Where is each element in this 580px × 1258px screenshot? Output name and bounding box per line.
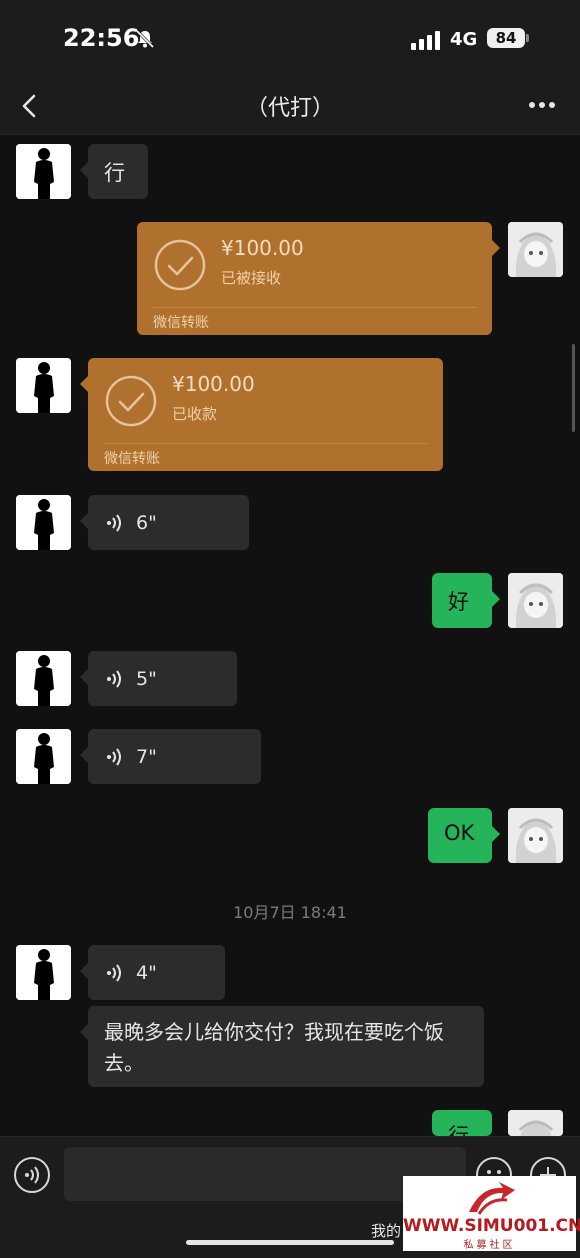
- my-avatar[interactable]: [508, 222, 563, 277]
- transfer-card-received[interactable]: ¥100.00 已收款 微信转账: [80, 358, 443, 471]
- transfer-divider: [153, 307, 476, 308]
- message-bubble-sent[interactable]: OK: [428, 808, 500, 863]
- watermark-url: WWW.SIMU001.CN: [403, 1216, 580, 1236]
- voice-message[interactable]: 7": [80, 729, 261, 784]
- voice-message[interactable]: 6": [80, 495, 249, 550]
- transfer-source: 微信转账: [153, 315, 209, 331]
- status-bar: 22:56 4G 84: [0, 0, 580, 78]
- transfer-amount: ¥100.00: [172, 372, 255, 396]
- message-bubble-sent[interactable]: 行: [432, 1110, 492, 1136]
- anime-avatar-icon: [508, 808, 563, 863]
- transfer-status: 已收款: [172, 405, 218, 423]
- voice-duration: 7": [136, 745, 157, 768]
- contact-avatar[interactable]: [16, 651, 71, 706]
- voice-duration: 4": [136, 961, 157, 984]
- home-indicator[interactable]: [186, 1240, 394, 1245]
- chat-title: （代打）: [245, 96, 334, 121]
- voice-duration: 6": [136, 511, 157, 534]
- silhouette-icon: [16, 651, 71, 706]
- transfer-divider: [104, 443, 427, 444]
- transfer-amount: ¥100.00: [221, 236, 304, 260]
- voice-wave-icon: [25, 1166, 39, 1184]
- chat-header: （代打）: [0, 78, 580, 135]
- silhouette-icon: [16, 144, 71, 199]
- voice-message[interactable]: 4": [80, 945, 225, 1000]
- chat-timestamp: 10月7日 18:41: [233, 903, 347, 922]
- silhouette-icon: [16, 729, 71, 784]
- battery-level: 84: [487, 28, 525, 48]
- anime-avatar-icon: [508, 1110, 563, 1136]
- message-bubble[interactable]: 行: [80, 144, 148, 199]
- status-time: 22:56: [63, 24, 140, 52]
- watermark: WWW.SIMU001.CN 私募社区: [403, 1176, 580, 1251]
- transfer-source: 微信转账: [104, 451, 160, 467]
- voice-wave-icon: [107, 963, 121, 982]
- watermark-subtitle: 私募社区: [463, 1240, 516, 1251]
- more-options-icon[interactable]: [524, 90, 560, 120]
- scroll-indicator[interactable]: [572, 344, 575, 432]
- battery-tip: [526, 34, 529, 42]
- anime-avatar-icon: [508, 573, 563, 628]
- transfer-status: 已被接收: [221, 269, 282, 287]
- message-bubble-sent[interactable]: 好: [432, 573, 500, 628]
- my-avatar[interactable]: [508, 1110, 563, 1136]
- voice-message[interactable]: 5": [80, 651, 237, 706]
- voice-wave-icon: [107, 513, 121, 532]
- voice-wave-icon: [107, 669, 121, 688]
- contact-avatar[interactable]: [16, 729, 71, 784]
- transfer-card-sent[interactable]: ¥100.00 已被接收 微信转账: [137, 222, 500, 335]
- message-bubble-long[interactable]: 最晚多会儿给你交付？我现在要吃个饭去。: [80, 1006, 484, 1087]
- signal-icon: [411, 30, 441, 50]
- bell-off-icon: [135, 29, 155, 49]
- voice-duration: 5": [136, 667, 157, 690]
- my-label: 我的: [371, 1222, 402, 1240]
- contact-avatar[interactable]: [16, 144, 71, 199]
- silhouette-icon: [16, 358, 71, 413]
- contact-avatar[interactable]: [16, 495, 71, 550]
- voice-input-button[interactable]: [14, 1157, 50, 1193]
- contact-avatar[interactable]: [16, 945, 71, 1000]
- my-avatar[interactable]: [508, 573, 563, 628]
- silhouette-icon: [16, 945, 71, 1000]
- check-circle-icon: [154, 239, 206, 291]
- check-circle-icon: [105, 375, 157, 427]
- voice-wave-icon: [107, 747, 121, 766]
- network-type: 4G: [450, 29, 478, 50]
- silhouette-icon: [16, 495, 71, 550]
- contact-avatar[interactable]: [16, 358, 71, 413]
- watermark-logo-icon: [469, 1182, 515, 1215]
- anime-avatar-icon: [508, 222, 563, 277]
- my-avatar[interactable]: [508, 808, 563, 863]
